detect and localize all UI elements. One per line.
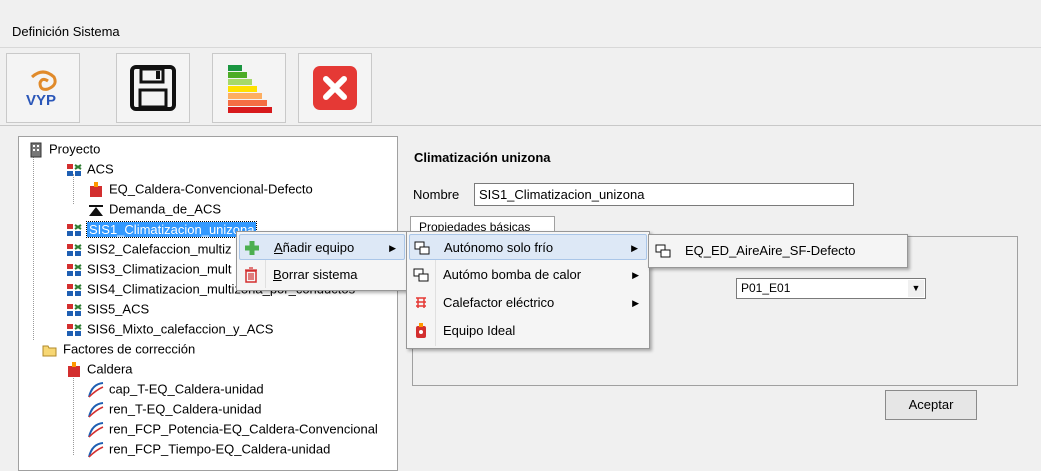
- boiler-icon: [68, 361, 80, 377]
- system-icon: [67, 303, 82, 316]
- chevron-right-icon: ▶: [632, 270, 639, 280]
- curve-icon: [88, 381, 104, 398]
- name-label: Nombre: [413, 187, 460, 202]
- save-icon: [130, 65, 176, 111]
- tree-item-proyecto[interactable]: Proyecto: [27, 139, 100, 159]
- tree-item-factores[interactable]: Factores de corrección: [41, 339, 195, 359]
- electric-heater-icon: [416, 297, 426, 308]
- toolbar: VYP: [0, 50, 1041, 126]
- menu-item-autonomo-solo-frio[interactable]: Autónomo solo frío ▶: [409, 234, 647, 260]
- window-title: Definición Sistema: [12, 24, 120, 39]
- tree-item-curve[interactable]: ren_FCP_Tiempo-EQ_Caldera-unidad: [87, 439, 330, 459]
- tree-item-acs[interactable]: ACS: [65, 159, 114, 179]
- menu-item-borrar-sistema[interactable]: Borrar sistema: [239, 262, 405, 288]
- tree-item-caldera[interactable]: Caldera: [65, 359, 133, 379]
- tree-item-curve[interactable]: ren_FCP_Potencia-EQ_Caldera-Convencional: [87, 419, 378, 439]
- demand-icon: [89, 204, 103, 216]
- menu-item-eq-ed-aireaire[interactable]: EQ_ED_AireAire_SF-Defecto: [651, 238, 905, 264]
- zone-select-value: P01_E01: [741, 281, 791, 295]
- ideal-equipment-icon: [416, 323, 426, 338]
- curve-icon: [88, 441, 104, 458]
- svg-text:VYP: VYP: [26, 92, 56, 109]
- menu-item-equipo-ideal[interactable]: Equipo Ideal: [409, 318, 647, 344]
- menu-item-label: Añadir equipo: [274, 240, 355, 255]
- curve-icon: [88, 401, 104, 418]
- heat-pump-icon: [413, 268, 429, 282]
- system-icon: [67, 243, 82, 256]
- vyp-logo-button[interactable]: VYP: [6, 53, 80, 123]
- chevron-right-icon: ▶: [631, 243, 638, 253]
- building-icon: [30, 142, 42, 158]
- panel-title: Climatización unizona: [414, 150, 551, 165]
- zone-select[interactable]: P01_E01 ▼: [736, 278, 926, 299]
- menu-item-calefactor-electrico[interactable]: Calefactor eléctrico ▶: [409, 290, 647, 316]
- system-icon: [67, 323, 82, 336]
- title-bar: Definición Sistema: [0, 0, 1041, 48]
- tree-item-equipment[interactable]: EQ_Caldera-Convencional-Defecto: [87, 179, 313, 199]
- split-unit-icon: [414, 241, 430, 255]
- energy-rating-icon: [228, 65, 272, 113]
- tree-item-sis2[interactable]: SIS2_Calefaccion_multiz: [65, 239, 232, 259]
- menu-item-label: Borrar sistema: [273, 267, 358, 282]
- tree-item-demand[interactable]: Demanda_de_ACS: [87, 199, 221, 219]
- context-menu: Añadir equipo ▶ Borrar sistema: [236, 231, 408, 291]
- close-icon: [313, 66, 357, 110]
- tree-item-sis5[interactable]: SIS5_ACS: [65, 299, 149, 319]
- energy-rating-button[interactable]: [212, 53, 286, 123]
- window: Definición Sistema VYP Proyecto ACS EQ_C…: [0, 0, 1041, 471]
- close-button[interactable]: [298, 53, 372, 123]
- chevron-right-icon: ▶: [632, 298, 639, 308]
- menu-item-anadir-equipo[interactable]: Añadir equipo ▶: [239, 234, 405, 260]
- add-icon: [245, 241, 259, 255]
- project-tree[interactable]: Proyecto ACS EQ_Caldera-Convencional-Def…: [18, 136, 398, 471]
- chevron-down-icon[interactable]: ▼: [908, 280, 924, 297]
- equipment-submenu: Autónomo solo frío ▶ Autómo bomba de cal…: [406, 231, 650, 349]
- name-field[interactable]: SIS1_Climatizacion_unizona: [474, 183, 854, 206]
- system-icon: [67, 283, 82, 296]
- accept-button[interactable]: Aceptar: [885, 390, 977, 420]
- split-unit-icon: [655, 244, 671, 258]
- save-button[interactable]: [116, 53, 190, 123]
- menu-item-bomba-de-calor[interactable]: Autómo bomba de calor ▶: [409, 262, 647, 288]
- trash-icon: [245, 267, 257, 283]
- chevron-right-icon: ▶: [389, 243, 396, 253]
- tree-line: [33, 155, 34, 340]
- equipment-list-submenu: EQ_ED_AireAire_SF-Defecto: [648, 234, 908, 268]
- system-icon: [67, 163, 82, 176]
- tree-line: [73, 375, 74, 455]
- tree-item-sis1[interactable]: SIS1_Climatizacion_unizona: [65, 219, 258, 239]
- system-icon: [67, 223, 82, 236]
- curve-icon: [88, 421, 104, 438]
- vyp-logo-icon: VYP: [26, 70, 57, 109]
- tree-item-curve[interactable]: ren_T-EQ_Caldera-unidad: [87, 399, 261, 419]
- folder-open-icon: [42, 345, 57, 357]
- system-icon: [67, 263, 82, 276]
- tree-item-sis3[interactable]: SIS3_Climatizacion_mult: [65, 259, 232, 279]
- tree-item-curve[interactable]: cap_T-EQ_Caldera-unidad: [87, 379, 264, 399]
- boiler-icon: [90, 181, 102, 197]
- tree-item-sis6[interactable]: SIS6_Mixto_calefaccion_y_ACS: [65, 319, 273, 339]
